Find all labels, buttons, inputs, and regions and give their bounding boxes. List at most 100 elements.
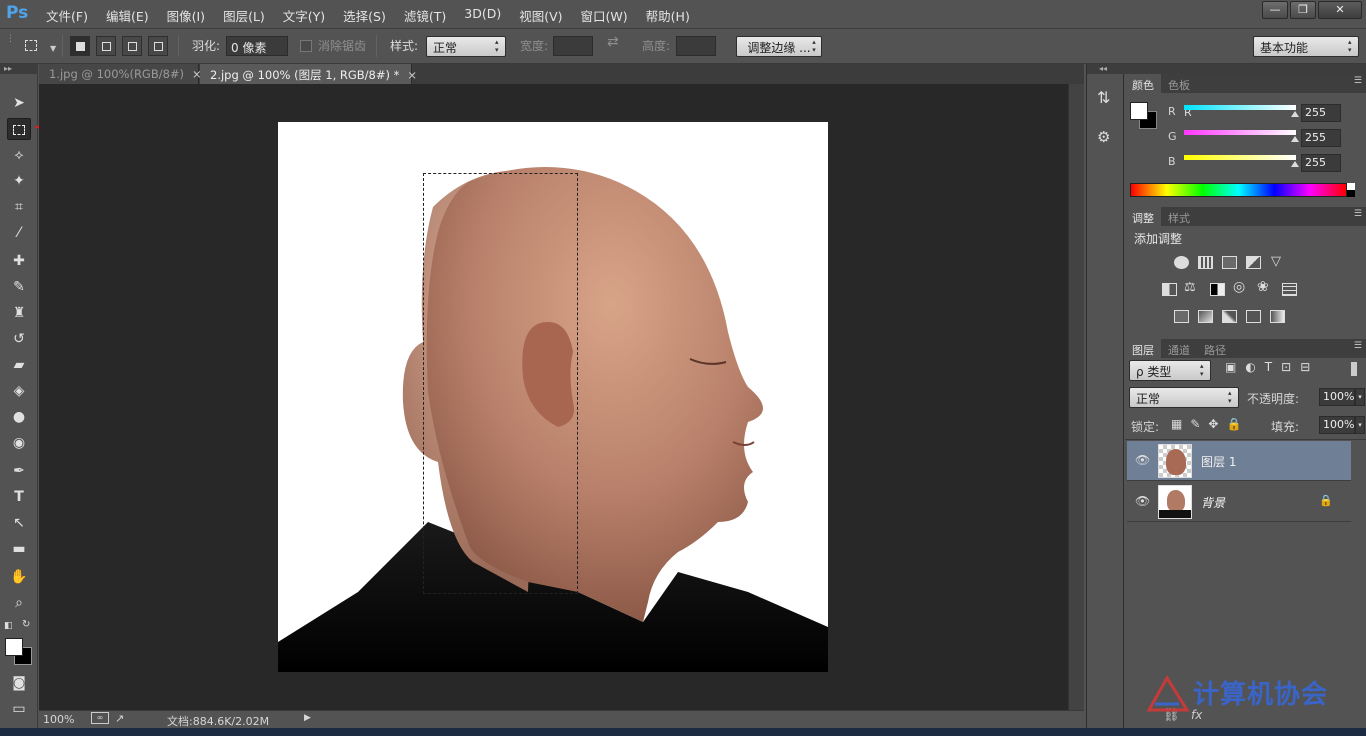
panel-menu-icon[interactable]: ☰ xyxy=(1354,341,1362,351)
swap-icon[interactable]: ⇄ xyxy=(607,34,619,50)
fill-dropdown-icon[interactable]: ▾ xyxy=(1355,416,1365,434)
type-tool-icon[interactable]: T xyxy=(7,486,31,508)
hand-tool-icon[interactable]: ✋ xyxy=(7,566,31,588)
bw-swatch[interactable] xyxy=(1347,183,1355,197)
polygon-lasso-tool-icon[interactable]: ⟡ xyxy=(7,144,31,166)
visibility-eye-icon[interactable]: 👁 xyxy=(1135,453,1150,467)
channel-mixer-icon[interactable]: ❀ xyxy=(1257,279,1269,295)
b-value-input[interactable]: 255 xyxy=(1301,154,1341,172)
invert-icon[interactable] xyxy=(1174,310,1189,323)
tab-color[interactable]: 颜色 xyxy=(1125,74,1161,93)
maximize-button[interactable]: ❐ xyxy=(1290,1,1316,19)
style-select[interactable]: 正常 xyxy=(426,36,506,57)
antialias-checkbox[interactable] xyxy=(300,40,312,52)
pen-tool-icon[interactable]: ✒ xyxy=(7,460,31,482)
tab-1jpg[interactable]: 1.jpg @ 100%(RGB/8#) × xyxy=(39,64,202,84)
close-button[interactable]: ✕ xyxy=(1318,1,1362,19)
marquee-selection[interactable] xyxy=(423,173,578,594)
opacity-dropdown-icon[interactable]: ▾ xyxy=(1355,388,1365,406)
workspace-select[interactable]: 基本功能 xyxy=(1253,36,1359,57)
layer-row-background[interactable]: 👁 背景 🔒 xyxy=(1127,482,1351,522)
exposure-icon[interactable] xyxy=(1246,256,1261,269)
opacity-input[interactable]: 100% xyxy=(1319,388,1355,406)
color-balance-icon[interactable]: ⚖ xyxy=(1184,280,1196,295)
document-canvas[interactable] xyxy=(278,122,828,672)
paint-bucket-tool-icon[interactable]: ◈ xyxy=(7,380,31,402)
g-slider[interactable] xyxy=(1184,130,1296,135)
r-slider-thumb[interactable] xyxy=(1291,111,1299,117)
b-slider-thumb[interactable] xyxy=(1291,161,1299,167)
tab-paths[interactable]: 路径 xyxy=(1197,339,1233,358)
tab-styles[interactable]: 样式 xyxy=(1161,207,1197,226)
threshold-icon[interactable] xyxy=(1222,310,1237,323)
panel-menu-icon[interactable]: ☰ xyxy=(1354,76,1362,86)
g-slider-thumb[interactable] xyxy=(1291,136,1299,142)
menu-edit[interactable]: 编辑(E) xyxy=(106,6,157,25)
screen-mode-tool-icon[interactable]: ▭ xyxy=(7,698,31,720)
brush-tool-icon[interactable]: ✎ xyxy=(7,276,31,298)
canvas-area[interactable] xyxy=(39,84,1084,710)
menu-view[interactable]: 视图(V) xyxy=(519,6,570,25)
status-menu-arrow[interactable]: ▶ xyxy=(304,713,311,723)
move-tool-icon[interactable]: ➤ xyxy=(7,92,31,114)
photo-filter-icon[interactable]: ◎ xyxy=(1233,279,1245,295)
menu-layer[interactable]: 图层(L) xyxy=(223,6,273,25)
width-input[interactable] xyxy=(553,36,593,56)
menu-file[interactable]: 文件(F) xyxy=(46,6,96,25)
color-spectrum-bar[interactable] xyxy=(1130,183,1347,197)
eyedropper-tool-icon[interactable]: ⁄ xyxy=(7,222,31,244)
tab-adjustments[interactable]: 调整 xyxy=(1125,207,1161,226)
color-fg-swatch[interactable] xyxy=(1130,102,1148,120)
layer-name[interactable]: 背景 xyxy=(1201,494,1225,511)
menu-type[interactable]: 文字(Y) xyxy=(283,6,333,25)
r-slider[interactable] xyxy=(1184,105,1296,110)
default-colors-icon[interactable]: ◧ xyxy=(4,621,13,631)
status-preview-icon[interactable]: ∞ xyxy=(91,712,109,724)
color-lookup-icon[interactable] xyxy=(1282,283,1297,296)
tab-channels[interactable]: 通道 xyxy=(1161,339,1197,358)
tab-2jpg[interactable]: 2.jpg @ 100% (图层 1, RGB/8#) * × xyxy=(200,64,417,84)
healing-brush-tool-icon[interactable]: ✚ xyxy=(7,250,31,272)
subtract-from-selection-button[interactable] xyxy=(122,36,142,56)
filter-toggle[interactable] xyxy=(1351,362,1357,376)
share-icon[interactable]: ↗ xyxy=(115,712,124,725)
r-value-input[interactable]: 255 xyxy=(1301,104,1341,122)
lock-icons[interactable]: ▦✎✥🔒 xyxy=(1171,417,1249,431)
fill-input[interactable]: 100% xyxy=(1319,416,1355,434)
feather-input[interactable]: 0 像素 xyxy=(226,36,288,56)
intersect-selection-button[interactable] xyxy=(148,36,168,56)
tab-close-icon[interactable]: × xyxy=(407,68,417,82)
vertical-scrollbar[interactable] xyxy=(1068,84,1084,710)
history-panel-icon[interactable]: ⇅ xyxy=(1097,88,1110,107)
selective-color-icon[interactable] xyxy=(1246,310,1261,323)
panel-grip[interactable] xyxy=(1125,64,1366,74)
zoom-tool-icon[interactable]: ⌕ xyxy=(7,592,31,614)
menu-image[interactable]: 图像(I) xyxy=(167,6,213,25)
minimize-button[interactable]: — xyxy=(1262,1,1288,19)
quick-mask-tool-icon[interactable]: ◙ xyxy=(7,672,31,694)
add-to-selection-button[interactable] xyxy=(96,36,116,56)
menu-select[interactable]: 选择(S) xyxy=(343,6,394,25)
layer-filter-select[interactable]: ρ 类型 xyxy=(1129,360,1211,381)
eraser-tool-icon[interactable]: ▰ xyxy=(7,354,31,376)
levels-icon[interactable] xyxy=(1198,256,1213,269)
black-white-icon[interactable] xyxy=(1210,283,1225,296)
rectangle-tool-icon[interactable]: ▬ xyxy=(7,538,31,560)
magic-wand-tool-icon[interactable]: ✦ xyxy=(7,170,31,192)
layer-name[interactable]: 图层 1 xyxy=(1201,453,1236,470)
refine-edge-button[interactable]: 调整边缘 ... xyxy=(736,36,822,57)
zoom-level[interactable]: 100% xyxy=(43,713,74,726)
menu-3d[interactable]: 3D(D) xyxy=(464,6,509,25)
clone-stamp-tool-icon[interactable]: ♜ xyxy=(7,302,31,324)
tab-swatches[interactable]: 色板 xyxy=(1161,74,1197,93)
properties-panel-icon[interactable]: ⚙ xyxy=(1097,128,1110,146)
toolbar-grip[interactable]: ▸▸ xyxy=(0,64,38,74)
tab-layers[interactable]: 图层 xyxy=(1125,339,1161,358)
menu-window[interactable]: 窗口(W) xyxy=(581,6,636,25)
blend-mode-select[interactable]: 正常 xyxy=(1129,387,1239,408)
b-slider[interactable] xyxy=(1184,155,1296,160)
crop-tool-icon[interactable]: ⌗ xyxy=(7,196,31,218)
curves-icon[interactable] xyxy=(1222,256,1237,269)
g-value-input[interactable]: 255 xyxy=(1301,129,1341,147)
path-selection-tool-icon[interactable]: ↖ xyxy=(7,512,31,534)
